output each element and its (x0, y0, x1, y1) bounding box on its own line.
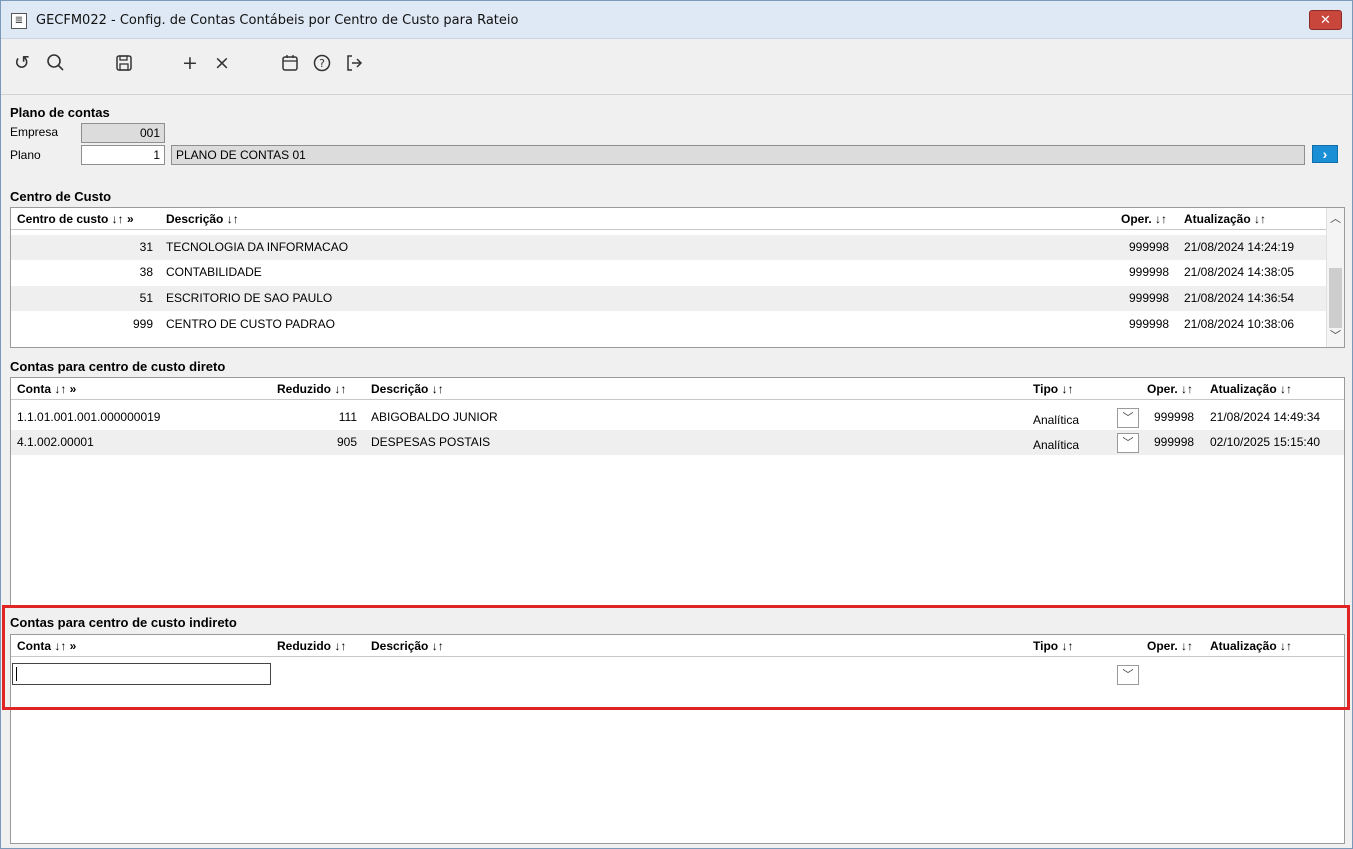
save-icon[interactable] (111, 50, 137, 76)
row-desc: ESCRITORIO DE SAO PAULO (166, 291, 333, 305)
chevron-up-icon[interactable]: ︿ (1327, 210, 1344, 228)
row-desc: CONTABILIDADE (166, 265, 262, 279)
highlight-box (2, 605, 1350, 710)
row-desc: ABIGOBALDO JUNIOR (371, 410, 498, 424)
col-tipo[interactable]: Tipo ↓↑ (1033, 382, 1073, 396)
row-oper: 999998 (1154, 435, 1195, 449)
col-conta[interactable]: Conta ↓↑ » (17, 382, 76, 396)
row-oper: 999998 (1129, 291, 1170, 305)
plano-label: Plano (10, 148, 41, 162)
centro-grid: Centro de custo ↓↑ » Descrição ↓↑ Oper. … (10, 207, 1345, 348)
exit-icon[interactable] (341, 50, 367, 76)
table-row[interactable]: 1.1.01.001.001.000000019 111 ABIGOBALDO … (11, 405, 1344, 430)
empresa-label: Empresa (10, 125, 59, 139)
col-descricao[interactable]: Descrição ↓↑ (371, 382, 444, 396)
plus-icon[interactable]: + (177, 50, 203, 76)
title-bar: ≣ GECFM022 - Config. de Contas Contábeis… (1, 1, 1352, 39)
plano-field[interactable]: 1 (81, 145, 165, 165)
row-reduzido: 111 (338, 410, 357, 424)
table-row[interactable]: 4.1.002.00001 905 DESPESAS POSTAIS Analí… (11, 430, 1344, 455)
table-row[interactable]: 38 CONTABILIDADE 999998 21/08/2024 14:38… (11, 260, 1344, 285)
chevron-down-icon[interactable]: ﹀ (1327, 327, 1344, 345)
go-button[interactable]: › (1312, 145, 1338, 163)
row-oper: 999998 (1129, 317, 1170, 331)
table-row[interactable]: 51 ESCRITORIO DE SAO PAULO 999998 21/08/… (11, 286, 1344, 311)
row-reduzido: 905 (336, 435, 357, 449)
search-icon[interactable] (43, 50, 69, 76)
row-updated: 21/08/2024 14:49:34 (1210, 410, 1321, 424)
centro-scrollbar[interactable]: ︿ ﹀ (1326, 208, 1344, 347)
col-atualizacao[interactable]: Atualização ↓↑ (1210, 382, 1292, 396)
plano-section-title: Plano de contas (10, 105, 110, 120)
row-updated: 21/08/2024 14:38:05 (1184, 265, 1295, 279)
scroll-thumb[interactable] (1329, 268, 1342, 328)
col-oper[interactable]: Oper. ↓↑ (1121, 212, 1167, 226)
row-updated: 21/08/2024 10:38:06 (1184, 317, 1295, 331)
direto-grid: Conta ↓↑ » Reduzido ↓↑ Descrição ↓↑ Tipo… (10, 377, 1345, 607)
row-updated: 02/10/2025 15:15:40 (1210, 435, 1321, 449)
row-conta: 4.1.002.00001 (17, 435, 94, 449)
chevron-down-icon[interactable]: ﹀ (1117, 408, 1139, 428)
toolbar-divider (1, 94, 1352, 95)
plano-description: PLANO DE CONTAS 01 (171, 145, 1305, 165)
close-window-button[interactable]: ✕ (1309, 10, 1342, 30)
row-oper: 999998 (1129, 240, 1170, 254)
centro-grid-header: Centro de custo ↓↑ » Descrição ↓↑ Oper. … (11, 208, 1344, 230)
row-conta: 1.1.01.001.001.000000019 (17, 410, 161, 424)
row-tipo[interactable]: Analítica (1033, 438, 1079, 452)
col-descricao[interactable]: Descrição ↓↑ (166, 212, 239, 226)
svg-text:?: ? (319, 57, 325, 70)
col-centro-custo[interactable]: Centro de custo ↓↑ » (17, 212, 134, 226)
direto-section-title: Contas para centro de custo direto (10, 359, 226, 374)
calendar-icon[interactable] (277, 50, 303, 76)
row-desc: CENTRO DE CUSTO PADRAO (166, 317, 335, 331)
direto-grid-header: Conta ↓↑ » Reduzido ↓↑ Descrição ↓↑ Tipo… (11, 378, 1344, 400)
empresa-field: 001 (81, 123, 165, 143)
row-tipo[interactable]: Analítica (1033, 413, 1079, 427)
main-window: ≣ GECFM022 - Config. de Contas Contábeis… (0, 0, 1353, 849)
row-code: 38 (139, 265, 153, 279)
toolbar: ↺ + × ? (1, 40, 1352, 88)
table-row[interactable]: 31 TECNOLOGIA DA INFORMACAO 999998 21/08… (11, 235, 1344, 260)
row-oper: 999998 (1129, 265, 1170, 279)
row-updated: 21/08/2024 14:36:54 (1184, 291, 1295, 305)
document-icon: ≣ (11, 13, 27, 29)
centro-section-title: Centro de Custo (10, 189, 112, 204)
row-desc: TECNOLOGIA DA INFORMACAO (166, 240, 349, 254)
row-updated: 21/08/2024 14:24:19 (1184, 240, 1295, 254)
help-icon[interactable]: ? (309, 50, 335, 76)
row-code: 51 (139, 291, 153, 305)
row-code: 31 (139, 240, 153, 254)
col-oper[interactable]: Oper. ↓↑ (1147, 382, 1193, 396)
table-row[interactable]: 999 CENTRO DE CUSTO PADRAO 999998 21/08/… (11, 312, 1344, 337)
window-title: GECFM022 - Config. de Contas Contábeis p… (36, 13, 519, 28)
undo-icon[interactable]: ↺ (9, 50, 35, 76)
col-atualizacao[interactable]: Atualização ↓↑ (1184, 212, 1266, 226)
close-icon[interactable]: × (209, 50, 235, 76)
row-desc: DESPESAS POSTAIS (371, 435, 491, 449)
row-code: 999 (132, 317, 153, 331)
col-reduzido[interactable]: Reduzido ↓↑ (277, 382, 346, 396)
row-oper: 999998 (1154, 410, 1195, 424)
chevron-down-icon[interactable]: ﹀ (1117, 433, 1139, 453)
